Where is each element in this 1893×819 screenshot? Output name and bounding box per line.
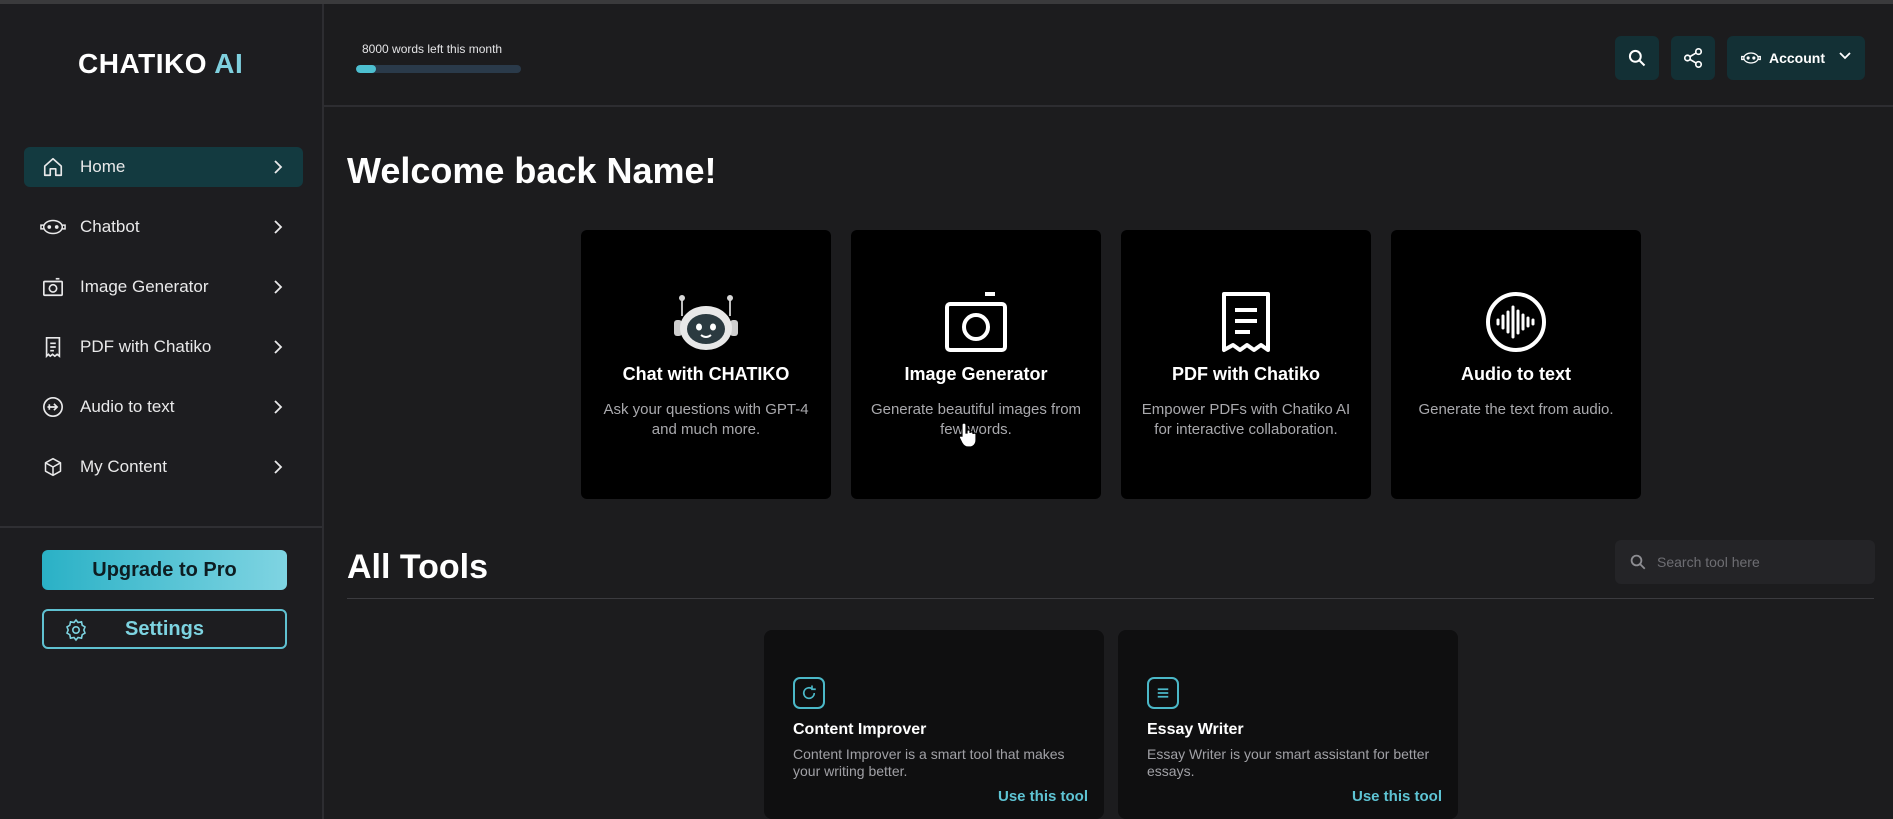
sidebar: CHATIKO AI Home Chatbot Image Generator [0, 4, 324, 819]
all-tools-heading: All Tools [347, 548, 489, 586]
feature-title: Audio to text [1461, 364, 1571, 384]
share-icon [1683, 48, 1703, 68]
tool-description: Essay Writer is your smart assistant for… [1147, 746, 1430, 779]
tool-title: Essay Writer [1147, 721, 1244, 738]
sidebar-item-home[interactable]: Home [24, 147, 303, 187]
top-header: 8000 words left this month Account [324, 4, 1893, 107]
settings-label: Settings [125, 617, 204, 640]
search-tool-input[interactable] [1657, 554, 1867, 570]
gear-icon [66, 618, 86, 642]
feature-title: PDF with Chatiko [1172, 364, 1320, 384]
audio-arrow-icon [40, 394, 66, 420]
sidebar-item-chatbot[interactable]: Chatbot [24, 207, 303, 247]
sidebar-item-pdf[interactable]: PDF with Chatiko [24, 327, 303, 367]
list-icon [1147, 677, 1179, 709]
refresh-icon [793, 677, 825, 709]
sidebar-item-label: Image Generator [80, 277, 209, 296]
words-progress-fill [356, 65, 376, 73]
chevron-right-icon [274, 340, 283, 354]
camera-icon [40, 274, 66, 300]
chevron-down-icon [1839, 52, 1851, 60]
upgrade-to-pro-button[interactable]: Upgrade to Pro [42, 550, 287, 590]
words-left-text: 8000 words left this month [362, 42, 503, 56]
sidebar-item-audio-to-text[interactable]: Audio to text [24, 387, 303, 427]
search-button[interactable] [1615, 36, 1659, 80]
chevron-right-icon [274, 400, 283, 414]
search-icon [1630, 554, 1646, 570]
robot-face-icon [40, 214, 66, 240]
cube-icon [40, 454, 66, 480]
sidebar-item-image-generator[interactable]: Image Generator [24, 267, 303, 307]
feature-card-chat[interactable]: Chat with CHATIKO Ask your questions wit… [581, 230, 831, 499]
soundwave-icon [1391, 290, 1641, 354]
sidebar-divider [0, 526, 322, 528]
chevron-right-icon [274, 460, 283, 474]
sidebar-nav: Home Chatbot Image Generator PDF with Ch… [24, 147, 303, 507]
robot-icon [581, 290, 831, 354]
sidebar-item-label: Audio to text [80, 397, 175, 416]
logo-name: CHATIKO [78, 48, 207, 79]
tool-search-box[interactable] [1615, 540, 1875, 584]
feature-description: Ask your questions with GPT-4 and much m… [603, 401, 809, 438]
feature-title: Chat with CHATIKO [622, 364, 790, 384]
tool-title: Content Improver [793, 721, 927, 738]
tool-card-content-improver[interactable]: Content Improver Content Improver is a s… [764, 630, 1104, 819]
account-menu-button[interactable]: Account [1727, 36, 1865, 80]
account-label: Account [1769, 50, 1825, 66]
share-button[interactable] [1671, 36, 1715, 80]
feature-card-image-generator[interactable]: Image Generator Generate beautiful image… [851, 230, 1101, 499]
document-icon [40, 334, 66, 360]
feature-card-pdf[interactable]: PDF with Chatiko Empower PDFs with Chati… [1121, 230, 1371, 499]
feature-description: Generate the text from audio. [1418, 401, 1614, 418]
sidebar-item-label: Home [80, 157, 126, 176]
chevron-right-icon [274, 220, 283, 234]
robot-face-icon [1741, 50, 1761, 66]
feature-card-audio-to-text[interactable]: Audio to text Generate the text from aud… [1391, 230, 1641, 499]
use-tool-link[interactable]: Use this tool [998, 788, 1088, 805]
page-title: Welcome back Name! [347, 150, 717, 191]
document-icon [1121, 290, 1371, 354]
words-progress-bar [356, 65, 521, 73]
home-icon [40, 154, 66, 180]
logo-suffix: AI [214, 48, 244, 79]
feature-description: Empower PDFs with Chatiko AI for interac… [1141, 401, 1351, 438]
search-icon [1628, 49, 1646, 67]
feature-title: Image Generator [904, 364, 1048, 384]
chevron-right-icon [274, 280, 283, 294]
settings-button[interactable]: Settings [42, 609, 287, 649]
sidebar-item-label: Chatbot [80, 217, 140, 236]
tools-divider [347, 598, 1874, 599]
sidebar-item-my-content[interactable]: My Content [24, 447, 303, 487]
sidebar-item-label: PDF with Chatiko [80, 337, 212, 356]
camera-icon [851, 290, 1101, 354]
chevron-right-icon [274, 160, 283, 174]
hand-cursor-icon [958, 422, 977, 448]
app-logo[interactable]: CHATIKO AI [78, 48, 243, 80]
tool-card-essay-writer[interactable]: Essay Writer Essay Writer is your smart … [1118, 630, 1458, 819]
use-tool-link[interactable]: Use this tool [1352, 788, 1442, 805]
tool-description: Content Improver is a smart tool that ma… [793, 746, 1065, 779]
sidebar-item-label: My Content [80, 457, 167, 476]
